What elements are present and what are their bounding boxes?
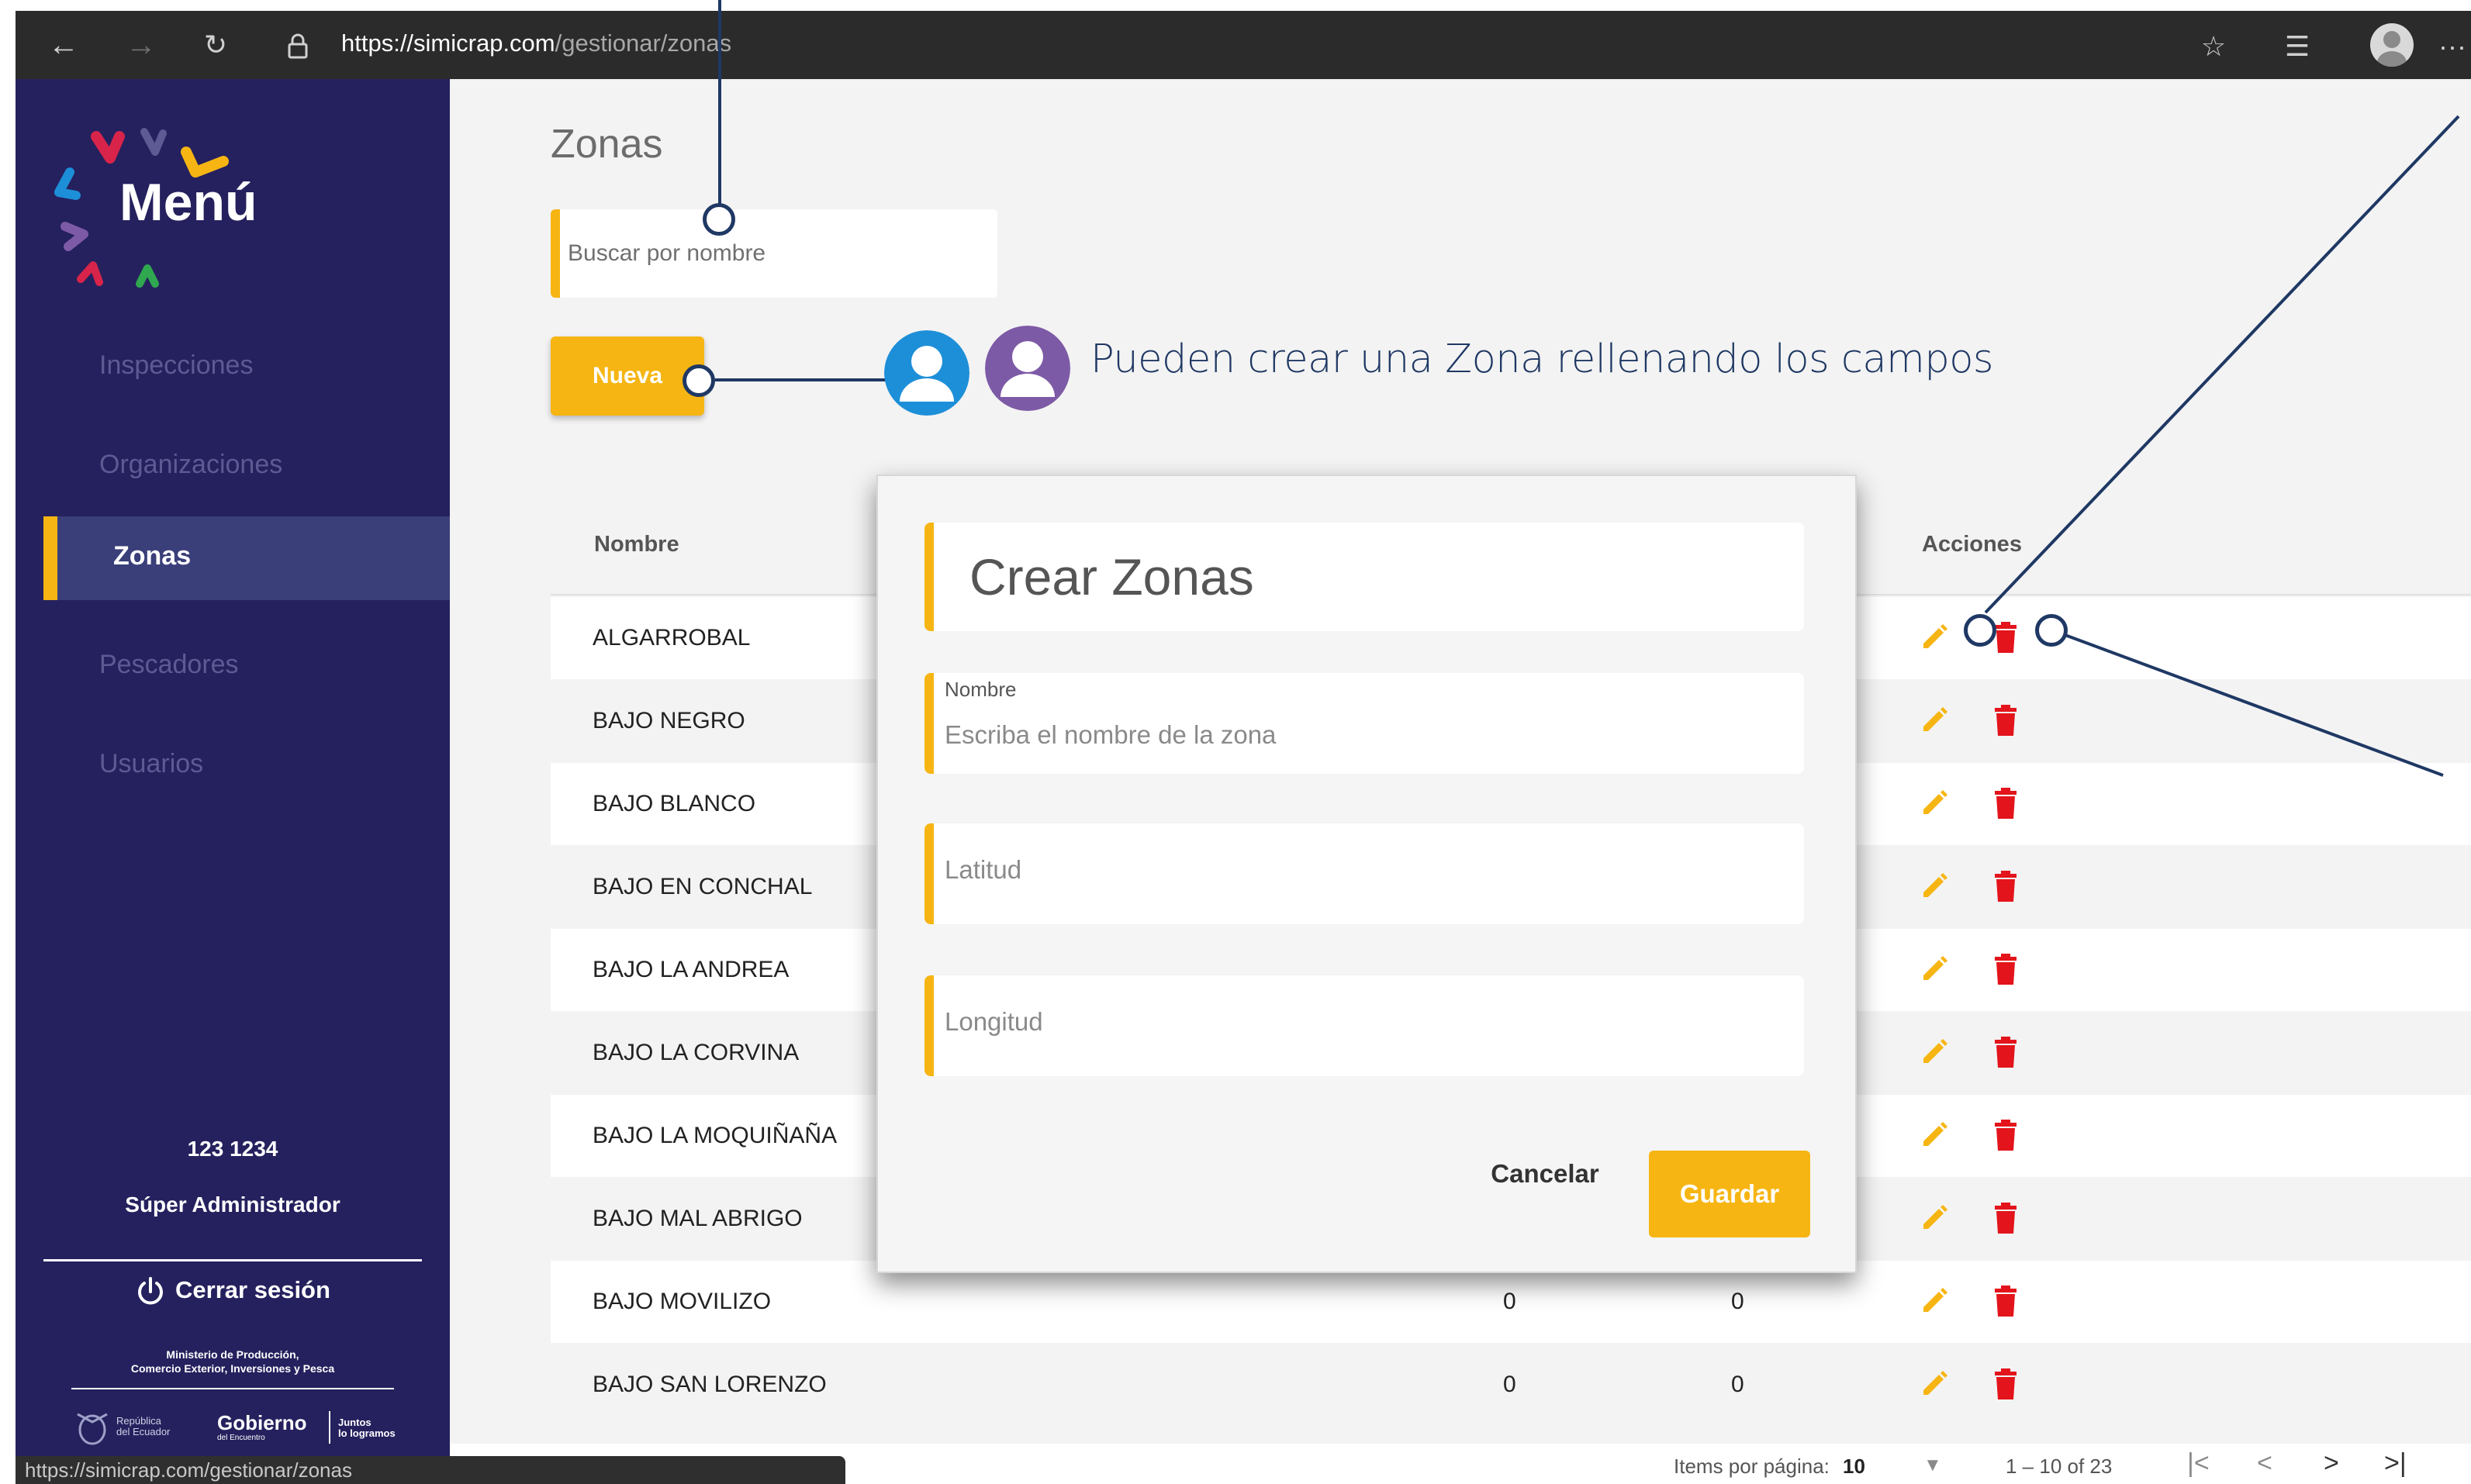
cancel-button[interactable]: Cancelar	[1475, 1151, 1615, 1197]
longitude-field[interactable]	[924, 975, 1804, 1076]
status-bar-url: https://simicrap.com/gestionar/zonas	[16, 1456, 845, 1484]
zone-name-input[interactable]	[945, 712, 1790, 758]
save-button[interactable]: Guardar	[1649, 1151, 1810, 1237]
zone-name-label: Nombre	[945, 678, 1017, 701]
annotation-marker	[2035, 614, 2068, 647]
latitude-input[interactable]	[945, 847, 1790, 893]
latitude-field[interactable]	[924, 823, 1804, 924]
create-zone-dialog: Crear Zonas Nombre Cancelar Guardar	[876, 475, 1857, 1273]
dialog-title: Crear Zonas	[969, 548, 1254, 606]
dialog-header: Crear Zonas	[924, 523, 1804, 631]
annotation-marker	[1964, 614, 1996, 647]
zone-name-field[interactable]: Nombre	[924, 673, 1804, 774]
longitude-input[interactable]	[945, 999, 1790, 1045]
screen: ← → ↻ https://simicrap.com/gestionar/zon…	[0, 0, 2471, 1484]
